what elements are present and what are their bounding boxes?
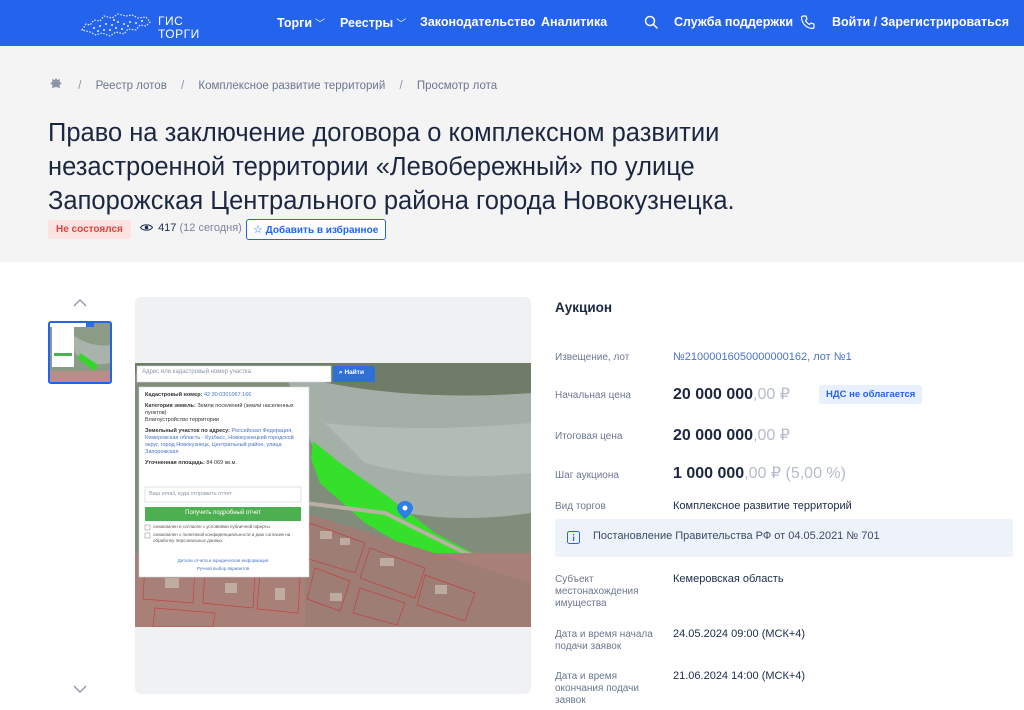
top-navigation-bar: ГИС ТОРГИ Торги ﹀ Реестры ﹀ Законодательст… bbox=[0, 0, 1024, 46]
report-details-link[interactable]: Детали отчета и юридическая информация bbox=[145, 558, 301, 563]
logo-text-line2: ТОРГИ bbox=[158, 27, 200, 41]
nav-item-analytics[interactable]: Аналитика bbox=[541, 15, 607, 29]
start-price-main: 20 000 000 bbox=[673, 386, 754, 403]
final-price-main: 20 000 000 bbox=[673, 427, 754, 444]
final-price: 20 000 000,00 ₽ bbox=[673, 425, 790, 445]
map-search-input[interactable]: Адрес или кадастровый номер участка bbox=[142, 369, 251, 375]
map-thumbnail-image bbox=[50, 323, 110, 382]
add-to-favorites-button[interactable]: ☆ Добавить в избранное bbox=[246, 219, 387, 240]
cadastral-label: Кадастровый номер: bbox=[145, 392, 203, 398]
map-screenshot: Адрес или кадастровый номер участка ⌕ На… bbox=[135, 363, 531, 627]
trade-kind-label: Вид торгов bbox=[555, 501, 606, 512]
search-icon[interactable] bbox=[643, 14, 659, 30]
nav-item-trades-label: Торги bbox=[277, 16, 313, 30]
auction-step-main: 1 000 000 bbox=[673, 465, 745, 482]
star-icon: ☆ bbox=[253, 224, 263, 236]
decree-text: Постановление Правительства РФ от 04.05.… bbox=[593, 530, 880, 542]
area-label: Уточненная площадь: bbox=[145, 460, 205, 466]
logo-text: ГИС ТОРГИ bbox=[158, 15, 200, 41]
lot-header: / Реестр лотов / Комплексное развитие те… bbox=[0, 46, 1024, 262]
nav-item-legislation-label: Законодательство bbox=[420, 15, 536, 29]
auction-step: 1 000 000,00 ₽ (5,00 %) bbox=[673, 463, 846, 483]
nav-item-registries-label: Реестры bbox=[340, 16, 394, 30]
category-label: Категория земель: bbox=[145, 403, 196, 409]
nav-item-trades[interactable]: Торги ﹀ bbox=[277, 15, 325, 30]
views-count: 417 bbox=[158, 222, 177, 234]
status-badge: Не состоялся bbox=[48, 220, 131, 239]
nav-item-legislation[interactable]: Законодательство bbox=[420, 15, 535, 29]
map-email-input[interactable]: Ваш email, куда отправить отчет bbox=[149, 491, 232, 497]
consent-offer-checkbox[interactable]: ознакомлен и согласен с условиями публич… bbox=[153, 524, 303, 529]
nav-item-analytics-label: Аналитика bbox=[541, 15, 608, 29]
auction-type: Аукцион bbox=[555, 300, 613, 315]
subject-value: Кемеровская область bbox=[673, 573, 784, 585]
eye-icon bbox=[139, 224, 154, 231]
breadcrumb: / Реестр лотов / Комплексное развитие те… bbox=[48, 76, 497, 95]
views-counter: 417 (12 сегодня) bbox=[139, 222, 242, 234]
application-end-label: Дата и время окончания подачи заявок bbox=[555, 671, 639, 706]
emblem-icon[interactable] bbox=[48, 76, 64, 95]
map-search-button-label: Найти bbox=[344, 369, 364, 376]
start-price-cents: ,00 ₽ bbox=[753, 386, 790, 403]
start-price-label: Начальная цена bbox=[555, 390, 631, 401]
vat-badge: НДС не облагается bbox=[819, 385, 923, 404]
russia-map-logo-icon bbox=[81, 13, 151, 37]
search-icon: ⌕ bbox=[339, 369, 343, 376]
application-start-label: Дата и время начала подачи заявок bbox=[555, 629, 653, 652]
logo[interactable]: ГИС ТОРГИ bbox=[80, 6, 220, 41]
application-end-value: 21.06.2024 14:00 (МСК+4) bbox=[673, 670, 806, 682]
subject-label: Субъект местонахождения имущества bbox=[555, 574, 639, 609]
auction-step-label: Шаг аукциона bbox=[555, 470, 619, 481]
breadcrumb-item-territory-development[interactable]: Комплексное развитие территорий bbox=[198, 80, 385, 92]
chevron-down-icon: ﹀ bbox=[396, 19, 407, 30]
address-label: Земельный участок по адресу: bbox=[145, 428, 230, 434]
decree-info-box: Постановление Правительства РФ от 04.05.… bbox=[555, 519, 1013, 557]
chevron-down-icon: ﹀ bbox=[315, 19, 326, 30]
start-price: 20 000 000,00 ₽ bbox=[673, 384, 790, 404]
notice-label: Извещение, лот bbox=[555, 352, 630, 363]
map-search-button[interactable]: ⌕ Найти bbox=[339, 369, 364, 377]
map-info-panel: Кадастровый номер: 42:30:0301067:166 Кат… bbox=[145, 392, 303, 467]
get-report-button[interactable]: Получить подробный отчет bbox=[145, 510, 301, 516]
info-icon bbox=[567, 531, 580, 544]
consent-privacy-checkbox[interactable]: ознакомлен с политикой конфиденциальност… bbox=[153, 532, 303, 544]
gallery-thumbnail[interactable] bbox=[48, 321, 112, 384]
page-title: Право на заключение договора о комплексн… bbox=[48, 119, 735, 215]
application-start-value: 24.05.2024 09:00 (МСК+4) bbox=[673, 628, 806, 640]
breadcrumb-item-lot-registry[interactable]: Реестр лотов bbox=[96, 80, 167, 92]
manual-selection-link[interactable]: Ручной выбор вариантов bbox=[145, 566, 301, 571]
notice-link[interactable]: №21000016050000000162, лот №1 bbox=[673, 351, 852, 363]
support-link[interactable]: Служба поддержки bbox=[674, 15, 793, 29]
chevron-down-icon[interactable] bbox=[72, 684, 88, 694]
breadcrumb-item-lot-view: Просмотр лота bbox=[416, 79, 498, 92]
area-value: 84 069 кв.м. bbox=[206, 460, 237, 466]
breadcrumb-separator: / bbox=[399, 79, 403, 92]
auction-step-cents: ,00 ₽ (5,00 %) bbox=[744, 465, 846, 482]
category-extra: Благоустройство территории bbox=[145, 417, 219, 423]
breadcrumb-separator: / bbox=[78, 79, 82, 92]
views-today: (12 сегодня) bbox=[179, 222, 242, 234]
cadastral-link[interactable]: 42:30:0301067:166 bbox=[204, 392, 251, 398]
main-image-viewer[interactable]: Адрес или кадастровый номер участка ⌕ На… bbox=[135, 297, 531, 694]
nav-item-registries[interactable]: Реестры ﹀ bbox=[340, 15, 406, 30]
breadcrumb-separator: / bbox=[181, 79, 185, 92]
add-to-favorites-label: Добавить в избранное bbox=[265, 225, 379, 236]
trade-kind-value: Комплексное развитие территорий bbox=[673, 500, 852, 512]
phone-icon[interactable] bbox=[800, 14, 816, 30]
final-price-label: Итоговая цена bbox=[555, 431, 623, 442]
login-register-link[interactable]: Войти / Зарегистрироваться bbox=[832, 15, 1009, 29]
chevron-up-icon[interactable] bbox=[72, 298, 88, 308]
final-price-cents: ,00 ₽ bbox=[753, 427, 790, 444]
